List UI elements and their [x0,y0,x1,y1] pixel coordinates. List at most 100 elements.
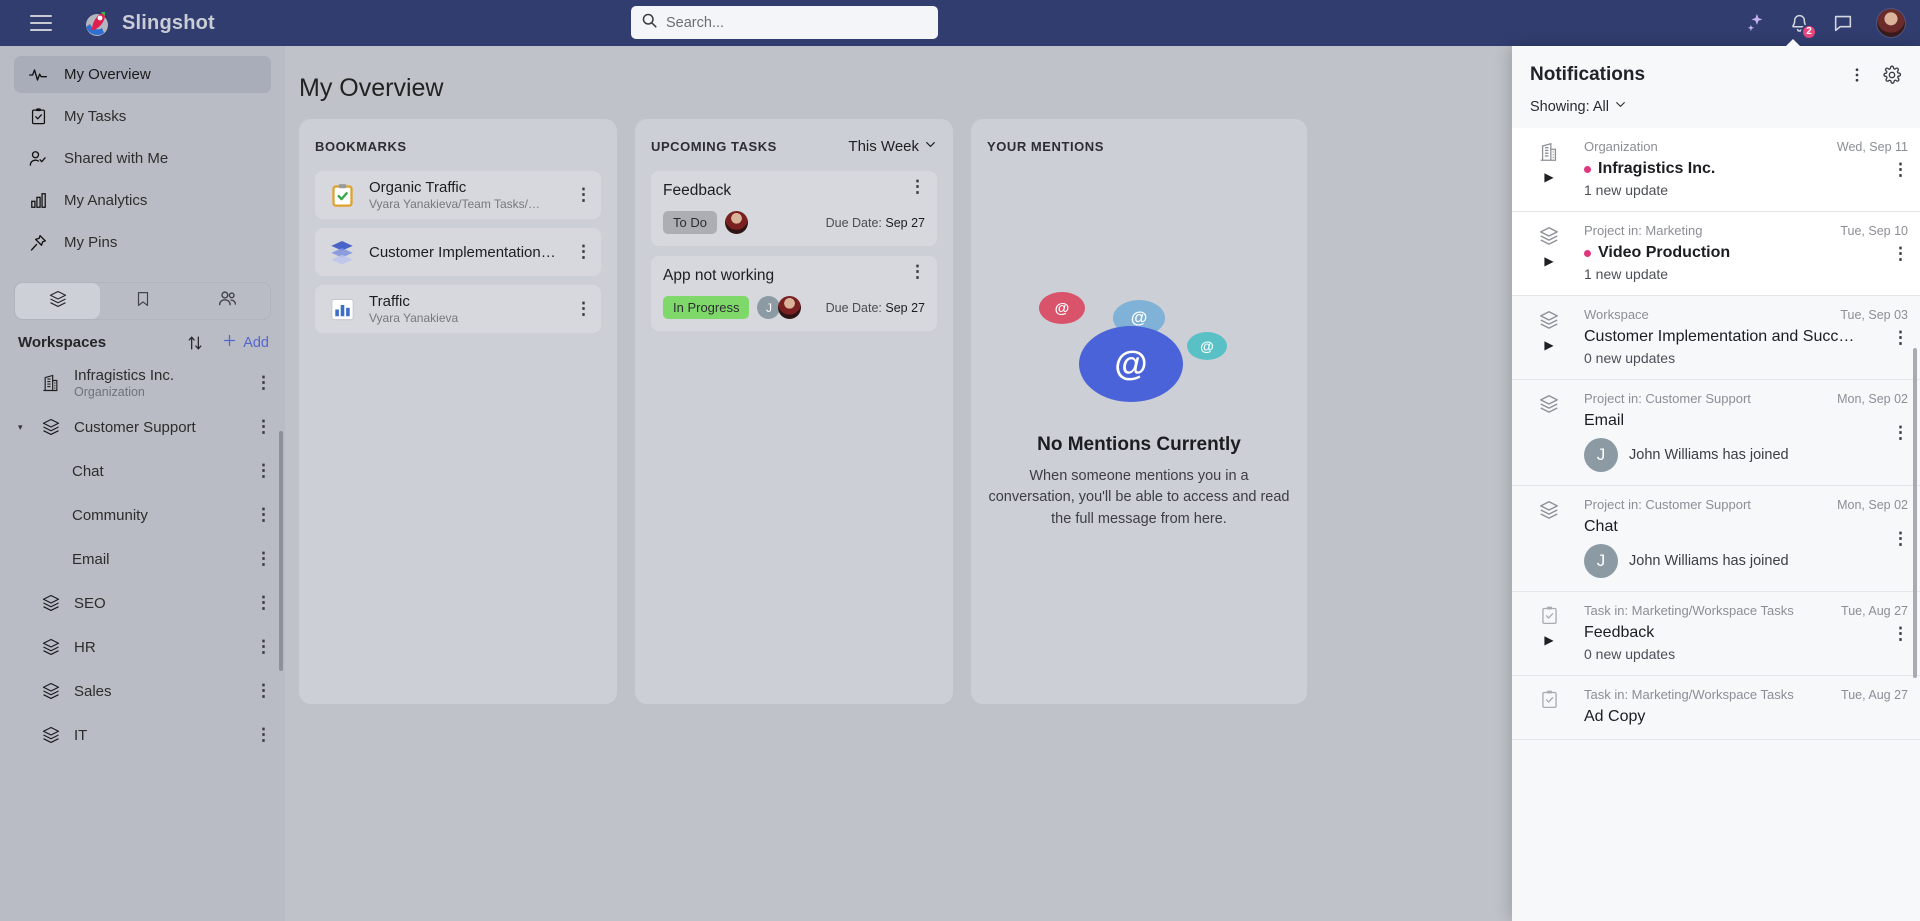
bookmark-item[interactable]: Organic Traffic Vyara Yanakieva/Team Tas… [315,171,601,219]
chat-icon[interactable] [1832,12,1854,34]
sidebar-item-label: My Pins [64,234,118,251]
due-label: Due Date: [825,215,882,230]
bookmark-subtitle: Vyara Yanakieva [369,311,459,325]
notification-item[interactable]: Project in: Customer Support Mon, Sep 02… [1512,380,1920,486]
notification-menu-icon[interactable]: ⋮ [1892,423,1909,440]
notification-menu-icon[interactable]: ⋮ [1892,160,1909,177]
task-menu-icon[interactable]: ⋮ [909,178,926,195]
workspace-menu-icon[interactable]: ⋮ [255,638,272,655]
expand-caret-icon[interactable]: ▶ [1544,171,1553,183]
top-bar: Slingshot 2 [0,0,1920,46]
sort-arrows-icon[interactable] [185,333,205,353]
workspace-item-sales[interactable]: Sales ⋮ [0,669,285,713]
bubble-small-teal: @ [1187,332,1227,361]
notification-menu-icon[interactable]: ⋮ [1892,244,1909,261]
notification-title: Email [1584,412,1625,429]
sparkle-icon[interactable] [1745,12,1767,34]
notification-left: ▶ [1526,139,1572,198]
workspace-menu-icon[interactable]: ⋮ [255,726,272,743]
workspace-menu-icon[interactable]: ⋮ [255,506,272,523]
sidebar-scrollbar[interactable] [279,431,283,671]
workspace-menu-icon[interactable]: ⋮ [255,594,272,611]
assignee-avatar[interactable] [778,296,802,319]
workspace-menu-icon[interactable]: ⋮ [255,550,272,567]
notification-item[interactable]: ▶ Project in: Marketing Tue, Sep 10 Vide… [1512,212,1920,296]
notification-menu-icon[interactable]: ⋮ [1892,624,1909,641]
upcoming-tasks-filter[interactable]: This Week [848,138,937,155]
notification-item[interactable]: Task in: Marketing/Workspace Tasks Tue, … [1512,676,1920,740]
notification-source: Task in: Marketing/Workspace Tasks [1584,603,1794,618]
workspace-menu-icon[interactable]: ⋮ [255,374,272,391]
workspace-menu-icon[interactable]: ⋮ [255,462,272,479]
workspace-item-seo[interactable]: SEO ⋮ [0,581,285,625]
workspace-name: Email [72,550,110,568]
workspace-menu-icon[interactable]: ⋮ [255,682,272,699]
workspace-item-community[interactable]: Community ⋮ [0,493,285,537]
workspace-item-it[interactable]: IT ⋮ [0,713,285,757]
workspace-item-chat[interactable]: Chat ⋮ [0,449,285,493]
workspace-labels: Sales [74,683,243,700]
bookmark-menu-icon[interactable]: ⋮ [575,300,592,317]
notification-title: Video Production [1598,244,1731,261]
workspace-item-email[interactable]: Email ⋮ [0,537,285,581]
chevron-down-icon[interactable]: ▾ [18,422,28,432]
notification-meta: Project in: Marketing Tue, Sep 10 [1584,223,1908,238]
assignee-avatar[interactable]: J [757,296,781,319]
task-menu-icon[interactable]: ⋮ [909,263,926,280]
bookmark-text: Traffic Vyara Yanakieva [369,293,563,325]
bookmark-item[interactable]: Customer Implementation… ⋮ [315,228,601,276]
workspace-item-infragistics[interactable]: Infragistics Inc. Organization ⋮ [0,361,285,405]
task-item[interactable]: Feedback ⋮ To Do Due Date: Sep 27 [651,171,937,246]
expand-caret-icon[interactable]: ▶ [1544,634,1553,646]
sidebar-item-my-analytics[interactable]: My Analytics [14,182,271,219]
search-input[interactable] [666,14,928,31]
notification-item[interactable]: ▶ Task in: Marketing/Workspace Tasks Tue… [1512,592,1920,676]
bookmark-menu-icon[interactable]: ⋮ [575,243,592,260]
task-name: App not working [663,267,775,284]
workspace-name: Infragistics Inc. [74,367,175,384]
assignee-avatar[interactable] [724,211,748,234]
workspace-item-hr[interactable]: HR ⋮ [0,625,285,669]
sidebar-item-my-tasks[interactable]: My Tasks [14,98,271,135]
notification-date: Wed, Sep 11 [1836,140,1908,154]
layers-icon [327,237,357,267]
task-item[interactable]: App not working ⋮ In Progress J Due Date… [651,256,937,331]
notification-menu-icon[interactable]: ⋮ [1892,529,1909,546]
workspace-item-customer-support[interactable]: ▾ Customer Support ⋮ [0,405,285,449]
gear-icon[interactable] [1882,65,1902,85]
sidebar-item-my-pins[interactable]: My Pins [14,224,271,261]
workspace-name: IT [74,726,88,744]
bell-icon[interactable]: 2 [1789,13,1817,40]
mentions-empty-state: @ @ @ @ No Mentions Currently When someo… [987,171,1291,651]
hamburger-icon[interactable] [30,15,52,31]
sidebar-item-shared-with-me[interactable]: Shared with Me [14,140,271,177]
expand-caret-icon[interactable]: ▶ [1544,255,1553,267]
workspace-menu-icon[interactable]: ⋮ [255,418,272,435]
notification-body: Project in: Customer Support Mon, Sep 02… [1584,391,1908,472]
expand-caret-icon[interactable]: ▶ [1544,339,1553,351]
clipboard-check-icon [1539,605,1560,626]
notification-menu-icon[interactable]: ⋮ [1892,328,1909,345]
workspace-name: Community [72,506,148,524]
add-workspace-button[interactable]: Add [221,332,269,353]
brand[interactable]: Slingshot [82,8,215,38]
people-tab[interactable] [185,283,270,319]
avatar[interactable] [1876,8,1906,38]
notification-title: Infragistics Inc. [1598,160,1716,177]
notifications-scrollbar[interactable] [1913,348,1917,678]
more-vertical-icon[interactable] [1848,66,1866,84]
notification-item[interactable]: Project in: Customer Support Mon, Sep 02… [1512,486,1920,592]
notification-item[interactable]: ▶ Workspace Tue, Sep 03 Customer Impleme… [1512,296,1920,380]
bookmark-menu-icon[interactable]: ⋮ [575,186,592,203]
bookmark-item[interactable]: Traffic Vyara Yanakieva ⋮ [315,285,601,333]
notification-subtitle: 1 new update [1584,266,1669,282]
brand-name: Slingshot [122,11,215,34]
workspaces-tab[interactable] [15,283,100,319]
notifications-filter[interactable]: Showing: All [1512,96,1645,128]
notification-date: Tue, Aug 27 [1841,688,1908,702]
bookmarks-tab[interactable] [100,283,185,319]
search-box[interactable] [631,6,938,39]
notification-meta: Project in: Customer Support Mon, Sep 02 [1584,391,1908,406]
sidebar-item-my-overview[interactable]: My Overview [14,56,271,93]
notification-item[interactable]: ▶ Organization Wed, Sep 11 Infragistics … [1512,128,1920,212]
